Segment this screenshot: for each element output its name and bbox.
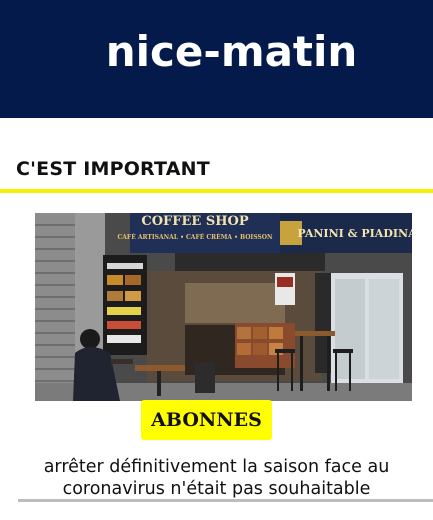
site-logo[interactable]: nice-matin [0, 26, 433, 78]
photo-sign-coffee: COFFEE SHOP [141, 214, 248, 229]
photo-sign-panini: PANINI & PIADINA [297, 227, 412, 240]
bottom-divider [18, 499, 433, 502]
article-headline[interactable]: arrêter définitivement la saison face au… [20, 456, 413, 500]
subscribers-badge[interactable]: ABONNES [141, 400, 272, 440]
photo-sign-cafe: CAFÉ ARTISANAL • CAFÉ CRÉMA • BOISSON [118, 233, 273, 241]
section-title[interactable]: C'EST IMPORTANT [16, 158, 210, 180]
article-image[interactable]: COFFEE SHOP CAFÉ ARTISANAL • CAFÉ CRÉMA … [35, 213, 412, 401]
section-divider [0, 189, 433, 193]
site-header: nice-matin [0, 0, 433, 118]
storefront-photo: COFFEE SHOP CAFÉ ARTISANAL • CAFÉ CRÉMA … [35, 213, 412, 401]
